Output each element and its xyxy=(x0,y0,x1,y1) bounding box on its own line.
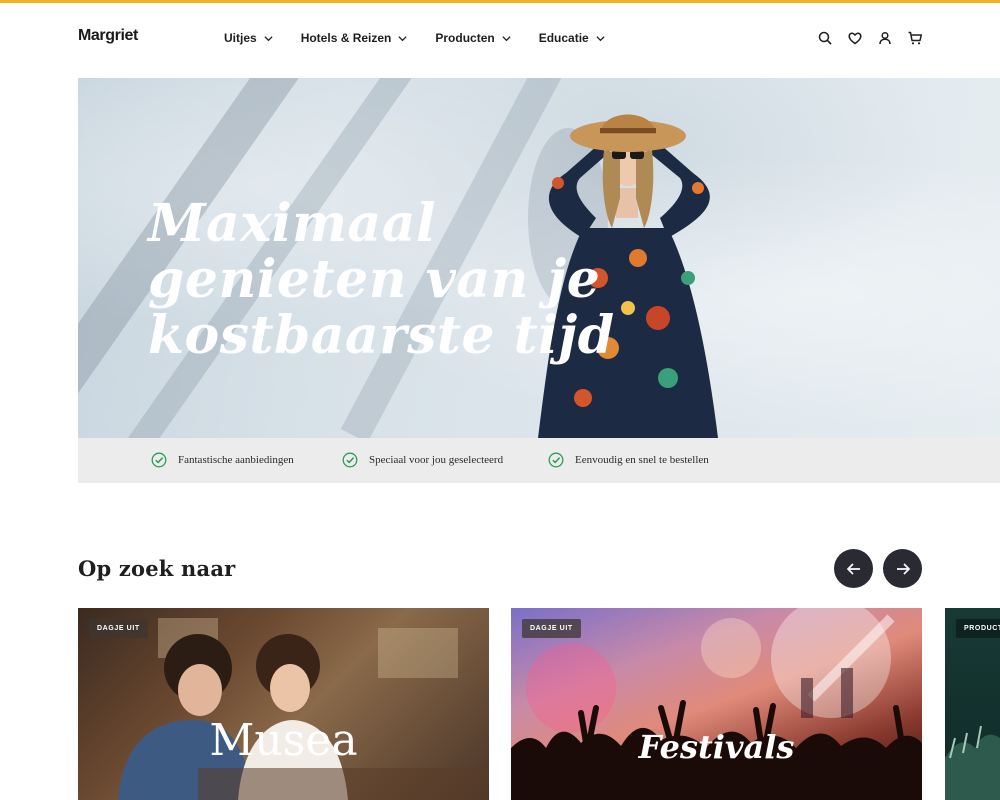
user-icon[interactable] xyxy=(877,30,893,46)
chevron-down-icon xyxy=(596,35,605,41)
site-header: Margriet Uitjes Hotels & Reizen Producte… xyxy=(0,3,1000,75)
benefit-label: Eenvoudig en snel te bestellen xyxy=(575,454,709,466)
main-nav: Uitjes Hotels & Reizen Producten Educati… xyxy=(224,31,606,45)
heart-icon[interactable] xyxy=(847,30,863,46)
nav-item-educatie[interactable]: Educatie xyxy=(539,31,606,45)
cart-icon[interactable] xyxy=(907,30,923,46)
section-title: Op zoek naar xyxy=(78,556,236,581)
nav-item-uitjes[interactable]: Uitjes xyxy=(224,31,274,45)
nav-item-producten[interactable]: Producten xyxy=(435,31,511,45)
hero-banner[interactable]: Maximaal genieten van je kostbaarste tij… xyxy=(78,78,1000,438)
header-actions xyxy=(817,30,923,46)
chevron-down-icon xyxy=(264,35,273,41)
category-card-musea[interactable]: DAGJE UIT Musea xyxy=(78,608,489,800)
hero-title-line: Maximaal xyxy=(148,193,437,254)
check-circle-icon xyxy=(548,452,564,468)
arrow-left-icon xyxy=(846,562,860,575)
benefits-strip: Fantastische aanbiedingen Speciaal voor … xyxy=(78,438,1000,483)
nav-item-hotels-reizen[interactable]: Hotels & Reizen xyxy=(301,31,409,45)
chevron-down-icon xyxy=(398,35,407,41)
category-card-product[interactable]: PRODUCT xyxy=(945,608,1000,800)
category-card-festivals[interactable]: DAGJE UIT Festivals xyxy=(511,608,922,800)
category-badge: DAGJE UIT xyxy=(522,619,581,638)
nav-item-label: Hotels & Reizen xyxy=(300,31,392,45)
nav-item-label: Educatie xyxy=(538,31,589,45)
search-icon[interactable] xyxy=(817,30,833,46)
carousel-prev-button[interactable] xyxy=(834,549,873,588)
hero-title: Maximaal genieten van je kostbaarste tij… xyxy=(148,196,615,364)
hero-title-line: genieten van je xyxy=(148,249,601,310)
category-badge: DAGJE UIT xyxy=(89,619,148,638)
check-circle-icon xyxy=(151,452,167,468)
hero-title-line: kostbaarste tijd xyxy=(148,305,615,366)
card-title: Musea xyxy=(209,715,358,766)
carousel-next-button[interactable] xyxy=(883,549,922,588)
card-title: Festivals xyxy=(638,728,795,766)
arrow-right-icon xyxy=(896,562,910,575)
benefit-item: Eenvoudig en snel te bestellen xyxy=(548,452,709,468)
benefit-label: Fantastische aanbiedingen xyxy=(178,454,294,466)
benefit-label: Speciaal voor jou geselecteerd xyxy=(369,454,504,466)
chevron-down-icon xyxy=(502,35,511,41)
benefit-item: Speciaal voor jou geselecteerd xyxy=(342,452,503,468)
nav-item-label: Producten xyxy=(435,31,495,45)
nav-item-label: Uitjes xyxy=(224,31,257,45)
benefit-item: Fantastische aanbiedingen xyxy=(151,452,294,468)
check-circle-icon xyxy=(342,452,358,468)
site-logo[interactable]: Margriet xyxy=(78,27,138,45)
category-badge: PRODUCT xyxy=(956,619,1000,638)
